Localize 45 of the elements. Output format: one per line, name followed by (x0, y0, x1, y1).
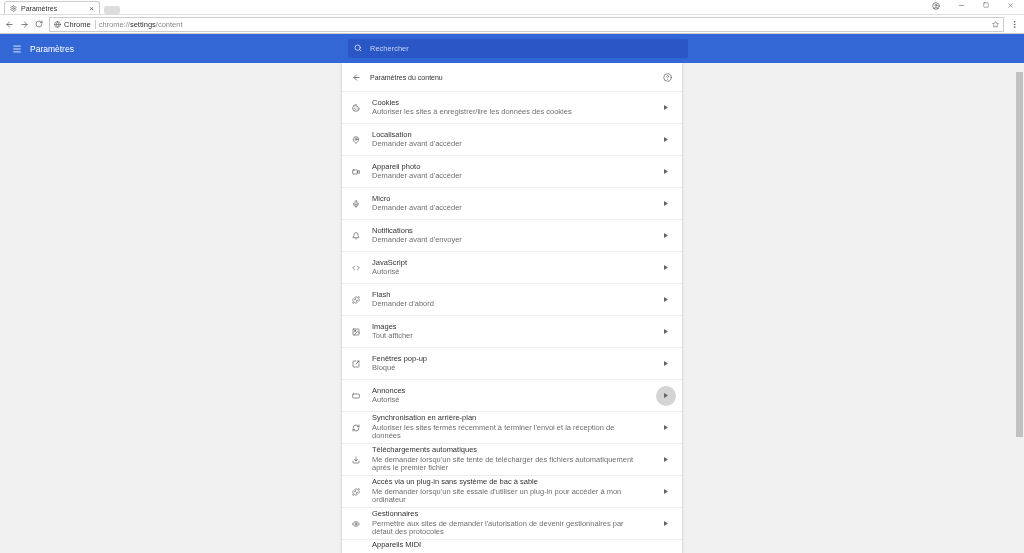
microphone-icon (352, 199, 360, 208)
caret-icon (664, 425, 668, 430)
cookie-icon (352, 103, 360, 112)
maximize-icon[interactable] (983, 1, 989, 8)
back-icon[interactable] (352, 72, 361, 82)
close-icon[interactable] (1007, 1, 1014, 9)
caret-icon (664, 265, 668, 270)
rectangle-icon (352, 391, 360, 400)
puzzle-icon (352, 487, 360, 496)
puzzle-icon (352, 295, 360, 304)
caret-icon (664, 521, 668, 526)
tab-close-button[interactable]: × (89, 3, 94, 13)
globe-icon (54, 20, 61, 28)
external-link-icon (352, 359, 360, 368)
caret-icon (664, 233, 668, 238)
user-icon[interactable] (932, 1, 940, 10)
caret-icon (664, 361, 668, 366)
caret-icon (664, 393, 668, 398)
back-icon[interactable] (5, 19, 14, 29)
caret-icon (664, 105, 668, 110)
arrow-button[interactable] (656, 385, 676, 406)
header-title: Paramètres (30, 43, 75, 54)
gear-icon (10, 4, 17, 12)
caret-icon (664, 169, 668, 174)
star-icon[interactable] (992, 20, 999, 28)
search-icon (354, 44, 362, 52)
map-pin-icon (352, 135, 360, 144)
menu-icon[interactable] (12, 43, 22, 54)
caret-icon (664, 489, 668, 494)
caret-icon (664, 329, 668, 334)
sync-icon (352, 423, 360, 432)
image-icon (352, 327, 360, 336)
caret-icon (664, 297, 668, 302)
caret-icon (664, 137, 668, 142)
eye-icon (352, 519, 360, 528)
menu-icon[interactable] (1010, 19, 1019, 29)
download-icon (352, 455, 360, 464)
caret-icon (664, 457, 668, 462)
forward-icon[interactable] (20, 19, 29, 29)
caret-icon (664, 201, 668, 206)
bell-icon (352, 231, 360, 240)
help-icon[interactable] (663, 72, 672, 82)
video-camera-icon (352, 167, 360, 176)
code-icon (352, 263, 360, 272)
reload-icon[interactable] (35, 20, 43, 28)
